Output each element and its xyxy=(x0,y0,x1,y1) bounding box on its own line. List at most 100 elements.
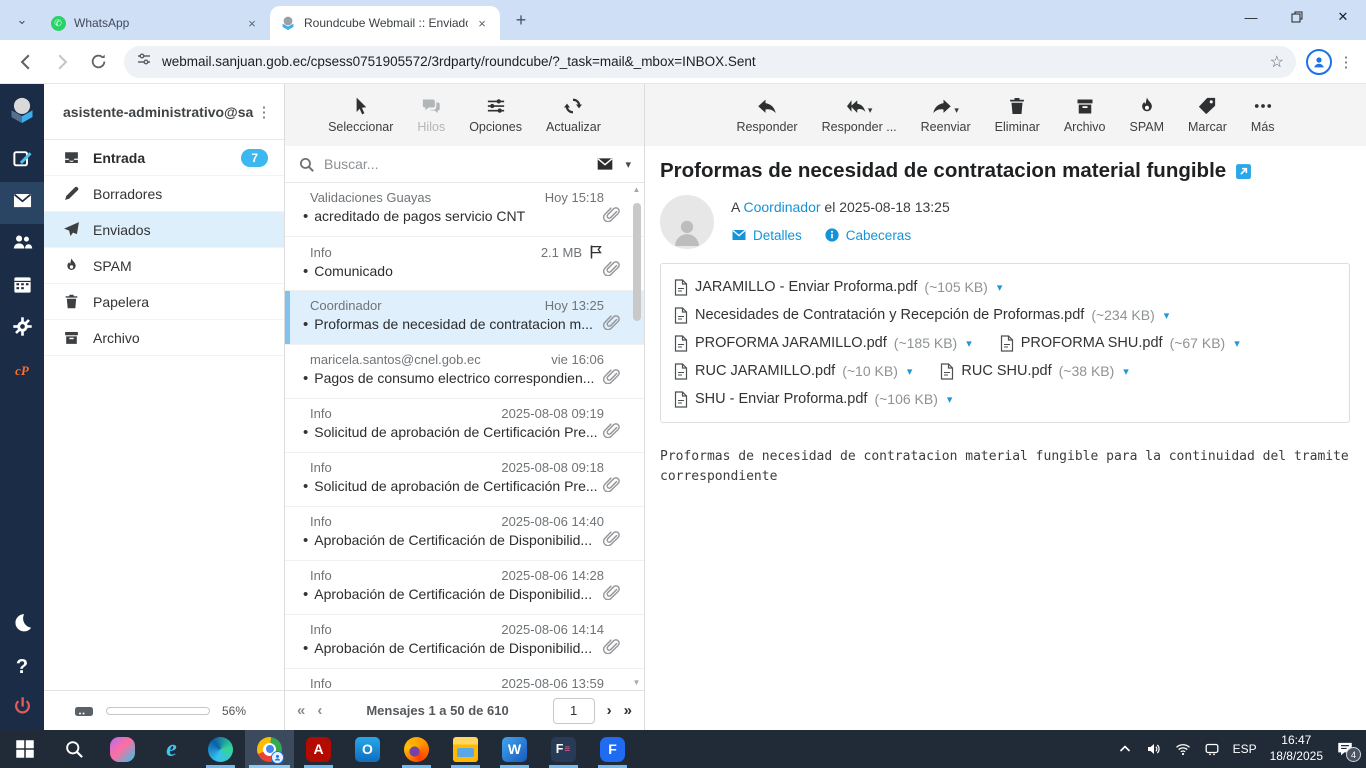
attachment-menu-caret-icon[interactable]: ▾ xyxy=(1234,337,1240,350)
recipient-link[interactable]: Coordinador xyxy=(743,199,820,215)
message-row[interactable]: Validaciones Guayas Hoy 15:18 • acreditad… xyxy=(285,183,644,237)
folder-item-spam[interactable]: SPAM xyxy=(44,248,284,284)
rail-item-logo[interactable] xyxy=(0,84,44,140)
toolbar-button-reenviar[interactable]: ▾ Reenviar xyxy=(921,96,971,134)
toolbar-button-marcar[interactable]: Marcar xyxy=(1188,96,1227,134)
scroll-down-icon[interactable]: ▼ xyxy=(633,678,641,688)
toolbar-button-hilos[interactable]: Hilos xyxy=(417,96,445,134)
folder-item-entrada[interactable]: Entrada 7 xyxy=(44,140,284,176)
reload-button[interactable] xyxy=(82,46,114,78)
toolbar-button-actualizar[interactable]: Actualizar xyxy=(546,96,601,134)
tab-close-icon[interactable]: × xyxy=(474,15,490,31)
taskbar-firefox-icon[interactable] xyxy=(392,730,441,768)
last-page-icon[interactable]: » xyxy=(624,702,632,719)
window-minimize-button[interactable]: — xyxy=(1228,0,1274,34)
message-row[interactable]: Info 2025-08-08 09:18 • Solicitud de apro… xyxy=(285,453,644,507)
list-scrollbar[interactable]: ▲ ▼ xyxy=(632,185,641,688)
prev-page-icon[interactable]: ‹ xyxy=(317,702,322,719)
browser-menu-icon[interactable]: ⋮ xyxy=(1336,53,1356,71)
toolbar-button-spam[interactable]: SPAM xyxy=(1130,96,1164,134)
message-row[interactable]: Info 2025-08-08 09:19 • Solicitud de apro… xyxy=(285,399,644,453)
taskbar-chrome-icon[interactable] xyxy=(245,730,294,768)
back-button[interactable] xyxy=(10,46,42,78)
window-maximize-button[interactable] xyxy=(1274,0,1320,34)
attachment-ruc-shu-pdf[interactable]: RUC SHU.pdf (~38 KB) ▾ xyxy=(940,362,1129,380)
account-menu-icon[interactable]: ⋮ xyxy=(254,103,274,121)
message-row[interactable]: Info 2.1 MB • Comunicado xyxy=(285,237,644,291)
toolbar-button-eliminar[interactable]: Eliminar xyxy=(995,96,1040,134)
volume-icon[interactable] xyxy=(1146,741,1162,757)
attachment-ruc-jaramillo-pdf[interactable]: RUC JARAMILLO.pdf (~10 KB) ▾ xyxy=(674,362,913,380)
scroll-up-icon[interactable]: ▲ xyxy=(633,185,641,195)
taskbar-copilot-icon[interactable] xyxy=(98,730,147,768)
message-row[interactable]: Info 2025-08-06 14:14 • Aprobación de Cer… xyxy=(285,615,644,669)
dropdown-caret-icon[interactable]: ▾ xyxy=(954,105,959,116)
rail-item-settings[interactable] xyxy=(0,308,44,350)
message-row[interactable]: Coordinador Hoy 13:25 • Proformas de nece… xyxy=(285,291,644,345)
rail-item-power[interactable] xyxy=(0,688,44,730)
notification-center-icon[interactable]: 4 xyxy=(1336,740,1361,762)
toolbar-button-opciones[interactable]: Opciones xyxy=(469,96,522,134)
attachment-menu-caret-icon[interactable]: ▾ xyxy=(947,393,953,406)
tab-whatsapp[interactable]: ✆ WhatsApp × xyxy=(40,6,272,40)
attachment-jaramillo-enviar-proforma-pdf[interactable]: JARAMILLO - Enviar Proforma.pdf (~105 KB)… xyxy=(674,278,1003,296)
taskbar-explorer-icon[interactable] xyxy=(441,730,490,768)
attachment-menu-caret-icon[interactable]: ▾ xyxy=(1164,309,1170,322)
address-bar[interactable]: webmail.sanjuan.gob.ec/cpsess0751905572/… xyxy=(124,45,1296,78)
folder-item-papelera[interactable]: Papelera xyxy=(44,284,284,320)
clock[interactable]: 16:47 18/8/2025 xyxy=(1270,733,1323,764)
taskbar-fs-icon[interactable]: F ≡ xyxy=(539,730,588,768)
taskbar-acrobat-icon[interactable]: A xyxy=(294,730,343,768)
tab-search-button[interactable]: ⌄ xyxy=(8,6,36,34)
forward-button[interactable] xyxy=(46,46,78,78)
language-indicator[interactable]: ESP xyxy=(1233,742,1257,756)
bookmark-star-icon[interactable]: ☆ xyxy=(1270,52,1284,72)
taskbar-forms-icon[interactable]: F xyxy=(588,730,637,768)
folder-item-borradores[interactable]: Borradores xyxy=(44,176,284,212)
message-row[interactable]: maricela.santos@cnel.gob.ec vie 16:06 • P… xyxy=(285,345,644,399)
toolbar-button-responder[interactable]: ▾ Responder ... xyxy=(822,96,897,134)
attachment-menu-caret-icon[interactable]: ▾ xyxy=(1123,365,1129,378)
rail-item-contacts[interactable] xyxy=(0,224,44,266)
message-row[interactable]: Info 2025-08-06 14:28 • Aprobación de Cer… xyxy=(285,561,644,615)
tray-expand-icon[interactable] xyxy=(1117,741,1133,757)
toolbar-button-seleccionar[interactable]: Seleccionar xyxy=(328,96,393,134)
folder-item-archivo[interactable]: Archivo xyxy=(44,320,284,356)
headers-toggle[interactable]: Cabeceras xyxy=(824,227,911,243)
rail-item-help[interactable]: ? xyxy=(0,646,44,688)
open-in-new-window-icon[interactable] xyxy=(1235,163,1252,180)
window-close-button[interactable]: ✕ xyxy=(1320,0,1366,34)
site-info-icon[interactable] xyxy=(136,51,152,72)
browser-profile-avatar[interactable] xyxy=(1306,48,1332,75)
attachment-necesidades-de-contratacion-y-recepcion-de-proformas-pdf[interactable]: Necesidades de Contratación y Recepción … xyxy=(674,306,1170,324)
rail-item-compose[interactable] xyxy=(0,140,44,182)
tab-roundcube[interactable]: Roundcube Webmail :: Enviados × xyxy=(270,6,500,40)
attachment-menu-caret-icon[interactable]: ▾ xyxy=(997,281,1003,294)
dropdown-caret-icon[interactable]: ▾ xyxy=(868,105,873,116)
attachment-menu-caret-icon[interactable]: ▾ xyxy=(907,365,913,378)
flag-icon[interactable] xyxy=(588,244,604,260)
message-row[interactable]: Info 2025-08-06 13:59 xyxy=(285,669,644,690)
toolbar-button-mas[interactable]: Más xyxy=(1251,96,1275,134)
first-page-icon[interactable]: « xyxy=(297,702,305,719)
taskbar-edge-icon[interactable] xyxy=(196,730,245,768)
tab-close-icon[interactable]: × xyxy=(244,15,260,31)
rail-item-calendar[interactable] xyxy=(0,266,44,308)
rail-item-moon[interactable] xyxy=(0,604,44,646)
toolbar-button-archivo[interactable]: Archivo xyxy=(1064,96,1106,134)
message-row[interactable]: Info 2025-08-06 14:40 • Aprobación de Cer… xyxy=(285,507,644,561)
rail-item-mail[interactable] xyxy=(0,182,44,224)
attachment-proforma-shu-pdf[interactable]: PROFORMA SHU.pdf (~67 KB) ▾ xyxy=(1000,334,1240,352)
taskbar-ie-icon[interactable]: e xyxy=(147,730,196,768)
taskbar-start-icon[interactable] xyxy=(0,730,49,768)
touch-keyboard-icon[interactable] xyxy=(1204,741,1220,757)
taskbar-outlook-icon[interactable]: O xyxy=(343,730,392,768)
attachment-proforma-jaramillo-pdf[interactable]: PROFORMA JARAMILLO.pdf (~185 KB) ▾ xyxy=(674,334,972,352)
page-number-input[interactable] xyxy=(552,697,595,724)
search-scope-mail-icon[interactable] xyxy=(596,155,614,173)
scrollbar-thumb[interactable] xyxy=(632,203,641,321)
taskbar-word-icon[interactable]: W xyxy=(490,730,539,768)
rail-item-cpanel[interactable]: cP xyxy=(0,350,44,392)
taskbar-search-icon[interactable] xyxy=(49,730,98,768)
search-input[interactable] xyxy=(324,156,588,172)
